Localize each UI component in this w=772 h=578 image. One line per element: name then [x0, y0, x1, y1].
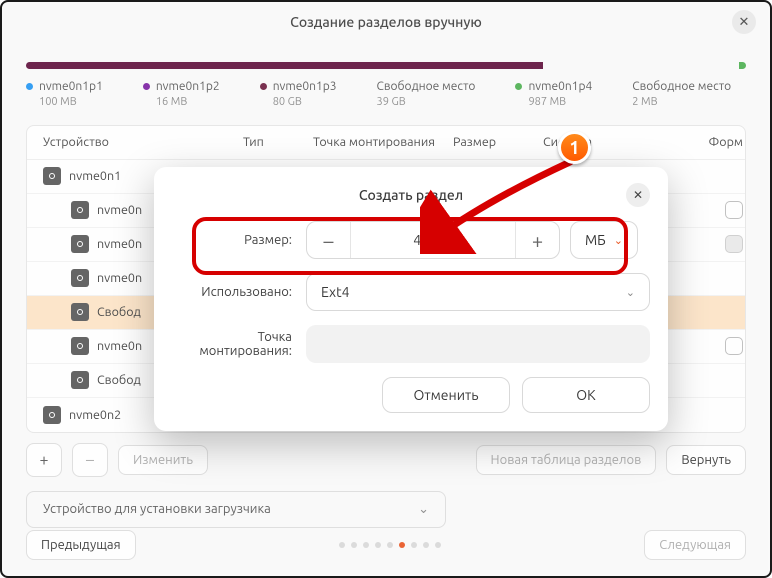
- size-input[interactable]: 40000: [351, 222, 515, 258]
- chevron-down-icon: ⌄: [614, 234, 623, 247]
- size-stepper[interactable]: – 40000 +: [306, 221, 560, 259]
- decrement-button[interactable]: –: [307, 222, 351, 258]
- cancel-button[interactable]: Отменить: [382, 377, 510, 413]
- annotation-badge: 1: [558, 131, 591, 164]
- size-label: Размер:: [172, 233, 292, 247]
- unit-select[interactable]: МБ ⌄: [570, 221, 638, 259]
- dialog-title: Создать раздел: [359, 187, 463, 203]
- create-partition-dialog: Создать раздел ✕ Размер: – 40000 + МБ ⌄ …: [154, 167, 668, 431]
- dialog-close-icon[interactable]: ✕: [626, 183, 650, 207]
- mount-point-input[interactable]: [306, 325, 650, 363]
- mount-label: Точка монтирования:: [172, 330, 292, 358]
- used-as-label: Использовано:: [172, 285, 292, 299]
- ok-button[interactable]: OK: [522, 377, 650, 413]
- chevron-down-icon: ⌄: [626, 286, 635, 299]
- increment-button[interactable]: +: [515, 222, 559, 258]
- filesystem-select[interactable]: Ext4 ⌄: [306, 273, 650, 311]
